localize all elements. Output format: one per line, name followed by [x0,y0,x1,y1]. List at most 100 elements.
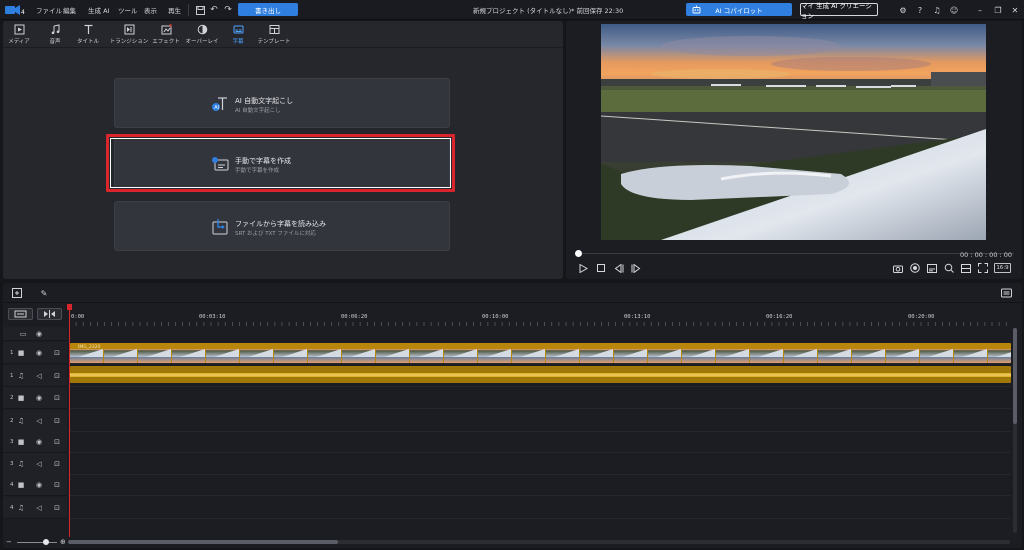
timeline-zoom-knob[interactable] [43,539,49,545]
lock-icon[interactable]: ⊡ [53,417,61,425]
option-title: ファイルから字幕を読み込み [235,220,326,228]
track-lane[interactable] [69,410,1011,432]
lock-icon[interactable]: ⊡ [53,481,61,489]
zoom-in-icon[interactable]: ⊕ [60,538,66,546]
play-icon[interactable] [577,262,589,274]
ruler-label: 00:10:00 [482,314,509,320]
menu-edit[interactable]: 編集 [63,5,76,15]
record-voice-icon[interactable] [909,262,921,274]
subtitle-display-icon[interactable] [926,262,938,274]
overlay-icon [197,24,207,35]
lock-icon[interactable]: ⊡ [53,394,61,402]
vertical-scroll-thumb[interactable] [1013,328,1017,424]
zoom-fit-icon[interactable] [943,262,955,274]
minimize-icon[interactable]: – [974,4,986,16]
app-logo-icon: 4 [5,5,25,16]
eye-icon[interactable]: ◉ [35,438,43,446]
import-file-icon [212,219,228,235]
lock-icon[interactable]: ⊡ [53,349,61,357]
tab-overlay[interactable]: オーバーレイ [186,23,218,47]
title-text-icon [84,24,92,34]
timeline-zoom-slider[interactable] [17,542,57,543]
speaker-icon[interactable]: ◁ [35,504,43,512]
vertical-scrollbar[interactable] [1013,328,1017,533]
track-lane[interactable] [69,453,1011,475]
playhead[interactable] [69,305,70,537]
lock-icon[interactable]: ⊡ [53,460,61,468]
tab-subtitle[interactable]: 字幕 [229,23,247,47]
timeline-ruler[interactable]: 0:00 00:03:10 00:06:20 00:10:00 00:13:10… [69,305,1011,327]
restore-icon[interactable]: ❐ [992,4,1004,16]
help-icon[interactable]: ? [914,4,926,16]
snapshot-camera-icon[interactable] [892,262,904,274]
track-number: 2 [10,395,14,401]
lock-icon[interactable]: ⊡ [53,372,61,380]
import-subtitle-file-button[interactable]: ファイルから字幕を読み込み SRT および TXT ファイルに対応 [114,201,450,251]
tab-title[interactable]: タイトル [76,23,100,47]
video-clip[interactable]: IMG_2320 [70,343,1011,363]
aspect-ratio-button[interactable]: 16:9 [994,263,1011,273]
eye-icon[interactable]: ◉ [35,394,43,402]
music-note-icon [51,24,59,35]
tab-audio[interactable]: 音声 [44,23,66,47]
snap-button[interactable] [37,308,62,320]
timeline-tools-icon[interactable] [11,287,23,299]
lock-icon[interactable]: ⊡ [53,438,61,446]
previous-frame-icon[interactable] [613,262,625,274]
redo-icon[interactable]: ↷ [221,3,235,17]
timeline-settings-icon[interactable] [1000,287,1012,299]
video-preview[interactable] [601,24,986,240]
speaker-icon[interactable]: ◁ [35,417,43,425]
save-icon[interactable] [193,3,207,17]
menu-playback[interactable]: 再生 [168,5,181,15]
track-header-audio-2: 2 ♫ ◁ ⊡ [3,410,67,432]
close-icon[interactable]: ✕ [1009,4,1021,16]
track-lane[interactable] [69,387,1011,409]
ruler-label: 0:00 [71,314,85,320]
undo-icon[interactable]: ↶ [207,3,221,17]
export-button[interactable]: 書き出し [238,3,298,16]
settings-icon[interactable]: ⚙ [897,4,909,16]
playback-progress-knob[interactable] [575,250,582,257]
fullscreen-icon[interactable] [977,262,989,274]
ai-copilot-button[interactable]: AI コパイロット [686,3,792,16]
track-lane[interactable] [69,431,1011,453]
next-frame-icon[interactable] [630,262,642,274]
zoom-out-icon[interactable]: − [6,538,12,546]
lock-icon[interactable]: ⊡ [53,504,61,512]
tab-effect[interactable]: エフェクト [152,23,180,47]
add-track-button[interactable] [8,308,33,320]
eye-icon[interactable]: ◉ [35,330,43,338]
tab-media[interactable]: メディア [8,23,30,47]
menu-file[interactable]: ファイル [36,5,62,15]
audio-clip[interactable] [70,366,1011,383]
timeline-toolbar: ✎ [3,283,1022,303]
notification-icon[interactable]: ♫ [931,4,943,16]
edit-pencil-icon[interactable]: ✎ [38,287,50,299]
ai-auto-transcription-button[interactable]: AI AI 自動文字起こし AI 自動文字起こし [114,78,450,128]
speaker-icon[interactable]: ◁ [35,460,43,468]
track-header-video-2: 2 ■ ◉ ⊡ [3,387,67,409]
playhead-handle[interactable] [67,304,72,310]
clip-name: IMG_2320 [78,345,101,350]
eye-icon[interactable]: ◉ [35,349,43,357]
tab-template[interactable]: テンプレート [257,23,291,47]
track-lane[interactable] [69,474,1011,496]
layout-icon[interactable] [960,262,972,274]
eye-icon[interactable]: ◉ [35,481,43,489]
track-visibility-icon[interactable]: ▭ [19,330,27,338]
account-icon[interactable]: ☺ [948,4,960,16]
speaker-icon[interactable]: ◁ [35,372,43,380]
playback-progress-track[interactable] [576,253,1014,254]
ai-creation-button[interactable]: マイ 生成 AI クリエーション [800,2,878,20]
track-header-video-4: 4 ■ ◉ ⊡ [3,474,67,496]
track-lane[interactable] [69,497,1011,519]
horizontal-scrollbar[interactable] [68,540,1010,544]
media-icon [14,24,24,35]
menu-tools[interactable]: ツール [118,5,138,15]
horizontal-scroll-thumb[interactable] [68,540,338,544]
menu-view[interactable]: 表示 [144,5,157,15]
stop-icon[interactable] [595,262,607,274]
menu-generative-ai[interactable]: 生成 AI [88,5,109,15]
tab-transition[interactable]: トランジション [109,23,149,47]
